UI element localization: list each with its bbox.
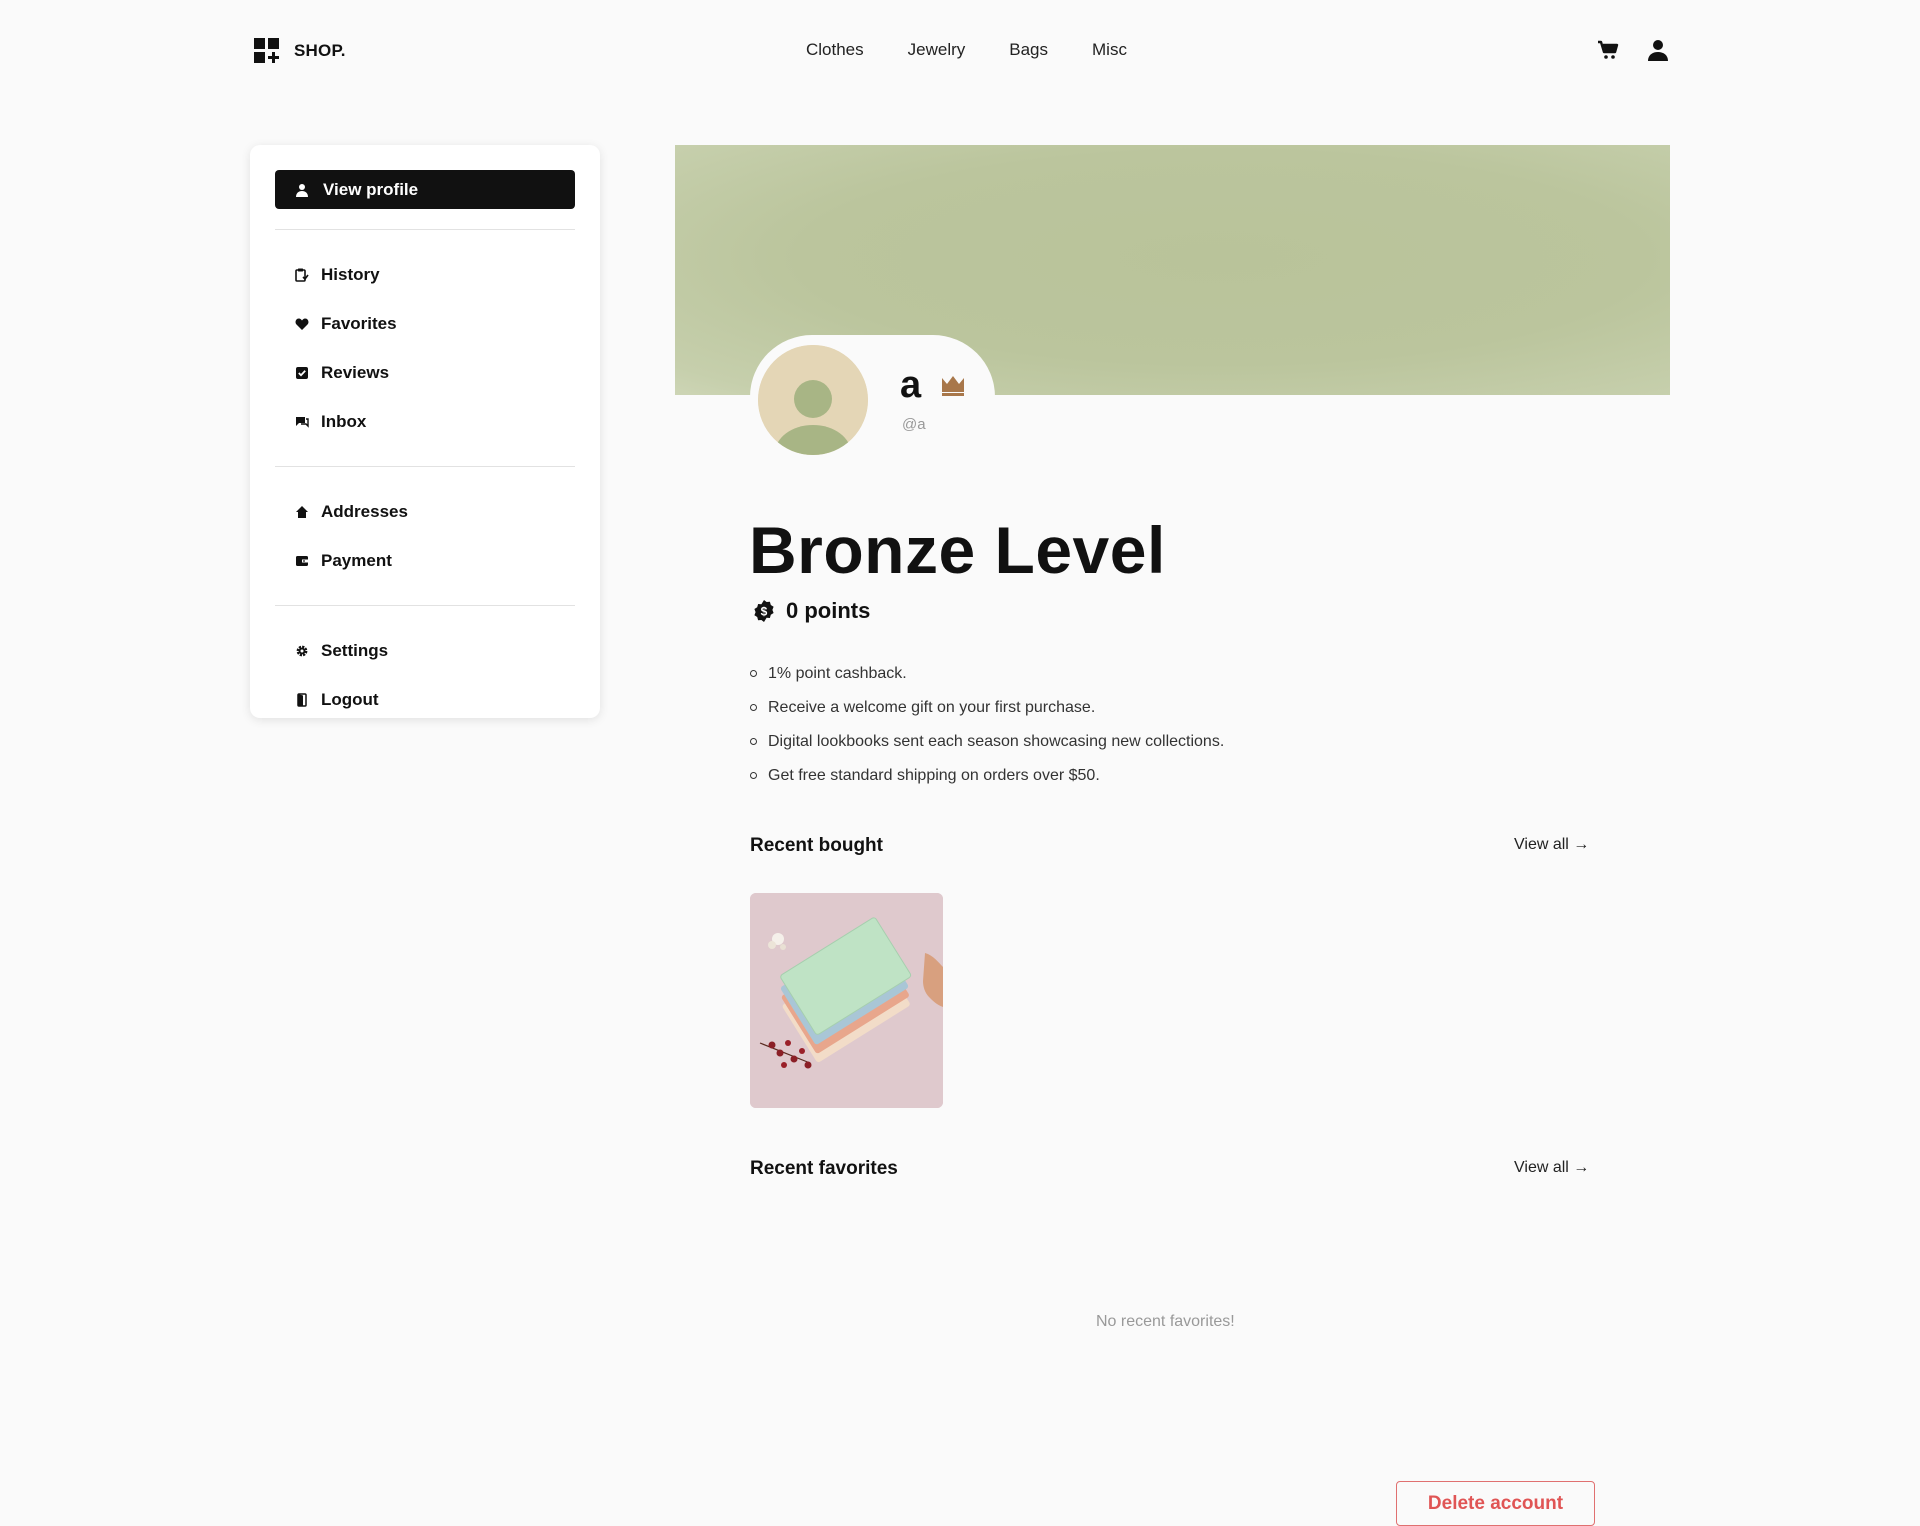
svg-text:$: $ (761, 605, 768, 619)
crown-icon (942, 376, 964, 396)
menu-group-system: Settings Logout (275, 626, 575, 724)
sidebar-item-logout[interactable]: Logout (275, 675, 575, 724)
sidebar-item-label: Inbox (321, 411, 367, 431)
list-item: Receive a welcome gift on your first pur… (750, 694, 1224, 728)
gear-icon (296, 645, 308, 656)
logo[interactable]: SHOP. (252, 36, 346, 66)
heart-icon (295, 318, 309, 330)
recent-bought-view-all-link[interactable]: View all → (1514, 836, 1589, 854)
benefits-list: 1% point cashback. Receive a welcome gif… (750, 660, 1224, 796)
sidebar-item-label: Payment (321, 550, 392, 570)
door-icon (297, 692, 307, 707)
sidebar-item-label: Settings (321, 640, 389, 660)
cart-icon[interactable] (1596, 38, 1620, 62)
history-icon (295, 268, 309, 282)
nav-jewelry[interactable]: Jewelry (908, 40, 966, 60)
divider (275, 229, 575, 230)
sidebar-item-favorites[interactable]: Favorites (275, 299, 575, 348)
menu-group-activity: History Favorites Reviews Inbox (275, 250, 575, 446)
points-balance: $ 0 points (752, 598, 870, 624)
notebooks-photo (750, 893, 943, 1108)
main-nav: Clothes Jewelry Bags Misc (806, 40, 1127, 60)
wallet-icon (296, 555, 308, 566)
recent-bought-item[interactable] (750, 893, 943, 1108)
account-sidebar: View profile History Favorites Reviews I… (250, 145, 600, 718)
user-icon[interactable] (1646, 38, 1670, 62)
avatar[interactable] (758, 345, 868, 455)
nav-bags[interactable]: Bags (1009, 40, 1048, 60)
top-header: SHOP. Clothes Jewelry Bags Misc (0, 0, 1920, 104)
recent-bought-title: Recent bought (750, 835, 883, 856)
view-profile-label: View profile (323, 179, 419, 199)
recent-favorites-title: Recent favorites (750, 1158, 898, 1179)
delete-account-button[interactable]: Delete account (1396, 1481, 1595, 1526)
home-icon (296, 505, 308, 518)
sidebar-item-reviews[interactable]: Reviews (275, 348, 575, 397)
sidebar-item-label: Addresses (321, 501, 408, 521)
profile-name: a (900, 364, 922, 406)
default-avatar-icon (758, 345, 868, 455)
points-label: 0 points (786, 598, 871, 623)
logo-text: SHOP. (294, 41, 346, 60)
level-title: Bronze Level (749, 513, 1166, 587)
sidebar-item-label: Reviews (321, 362, 390, 382)
sidebar-item-history[interactable]: History (275, 250, 575, 299)
sidebar-item-label: History (321, 264, 380, 284)
list-item: Get free standard shipping on orders ove… (750, 762, 1224, 796)
chat-icon (296, 416, 309, 428)
sidebar-item-inbox[interactable]: Inbox (275, 397, 575, 446)
header-icons (1596, 38, 1670, 62)
nav-misc[interactable]: Misc (1092, 40, 1127, 60)
list-item: Digital lookbooks sent each season showc… (750, 728, 1224, 762)
menu-group-account: Addresses Payment (275, 487, 575, 585)
divider (275, 466, 575, 467)
sidebar-item-label: Favorites (321, 313, 397, 333)
sidebar-item-settings[interactable]: Settings (275, 626, 575, 675)
user-icon (296, 183, 308, 197)
check-square-icon (296, 366, 308, 379)
logo-icon (254, 38, 279, 63)
sidebar-item-label: Logout (321, 689, 379, 709)
sidebar-item-payment[interactable]: Payment (275, 536, 575, 585)
divider (275, 605, 575, 606)
profile-handle: @a (902, 416, 926, 433)
sidebar-item-addresses[interactable]: Addresses (275, 487, 575, 536)
coin-icon: $ (754, 600, 774, 622)
view-profile-button[interactable]: View profile (275, 170, 575, 209)
nav-clothes[interactable]: Clothes (806, 40, 864, 60)
recent-favorites-view-all-link[interactable]: View all → (1514, 1159, 1589, 1177)
recent-favorites-empty-state: No recent favorites! (1096, 1313, 1235, 1330)
list-item: 1% point cashback. (750, 660, 1224, 694)
